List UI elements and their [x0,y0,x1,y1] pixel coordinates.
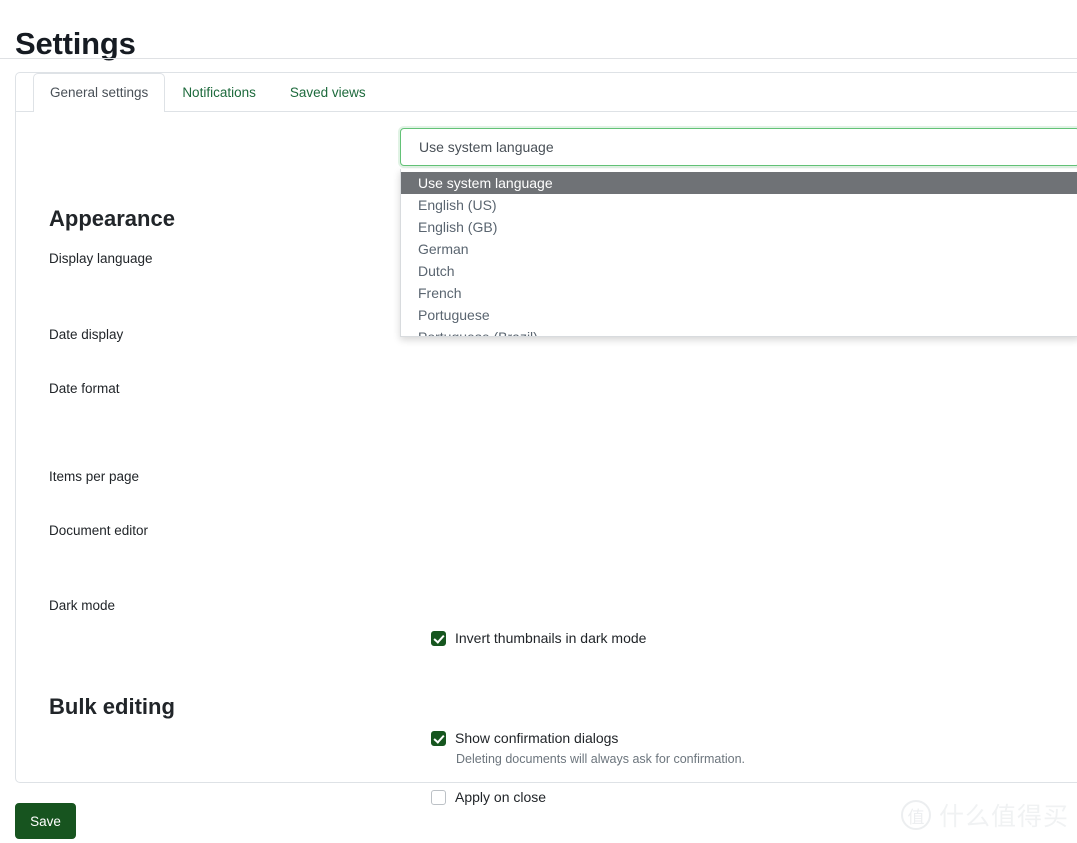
apply-on-close-label: Apply on close [455,789,547,805]
date-display-label: Date display [49,327,124,342]
tab-notifications[interactable]: Notifications [165,73,273,112]
display-language-select-input[interactable]: Use system language [400,128,1077,166]
watermark: 值 什么值得买 [900,797,1069,833]
items-per-page-label: Items per page [49,469,140,484]
title-divider [0,58,1077,59]
display-language-selected-value: Use system language [419,139,554,155]
watermark-badge-icon: 值 [900,800,931,830]
bulk-editing-heading: Bulk editing [49,694,175,719]
date-format-label: Date format [49,381,120,396]
language-option[interactable]: English (GB) [401,216,1077,238]
settings-tabs: General settings Notifications Saved vie… [16,73,1077,112]
show-confirmation-help: Deleting documents will always ask for c… [456,752,746,766]
invert-thumbnails-checkbox[interactable] [431,630,446,646]
document-editor-label: Document editor [49,523,149,538]
show-confirmation-checkbox[interactable] [431,730,446,746]
show-confirmation-row[interactable]: Show confirmation dialogs [431,729,618,747]
language-option[interactable]: French [401,282,1077,304]
tab-saved-views[interactable]: Saved views [273,73,383,112]
invert-thumbnails-row[interactable]: Invert thumbnails in dark mode [431,629,646,647]
language-option[interactable]: Portuguese [401,304,1077,326]
language-option[interactable]: Use system language [401,172,1077,194]
save-button[interactable]: Save [15,803,76,839]
watermark-text: 什么值得买 [938,803,1069,831]
settings-page: Settings General settings Notifications … [0,0,1077,843]
show-confirmation-label: Show confirmation dialogs [455,730,619,746]
language-option[interactable]: Portuguese (Brazil) [401,326,1077,336]
display-language-label: Display language [49,251,153,266]
page-title: Settings [15,25,136,61]
invert-thumbnails-label: Invert thumbnails in dark mode [455,630,647,646]
tab-general-settings[interactable]: General settings [33,73,166,112]
display-language-dropdown[interactable]: Use system language English (US) English (… [400,169,1077,337]
apply-on-close-checkbox[interactable] [431,789,446,805]
dark-mode-label: Dark mode [49,598,116,613]
language-option[interactable]: English (US) [401,194,1077,216]
language-option[interactable]: German [401,238,1077,260]
apply-on-close-row[interactable]: Apply on close [431,788,546,806]
appearance-heading: Appearance [49,206,175,231]
language-option[interactable]: Dutch [401,260,1077,282]
